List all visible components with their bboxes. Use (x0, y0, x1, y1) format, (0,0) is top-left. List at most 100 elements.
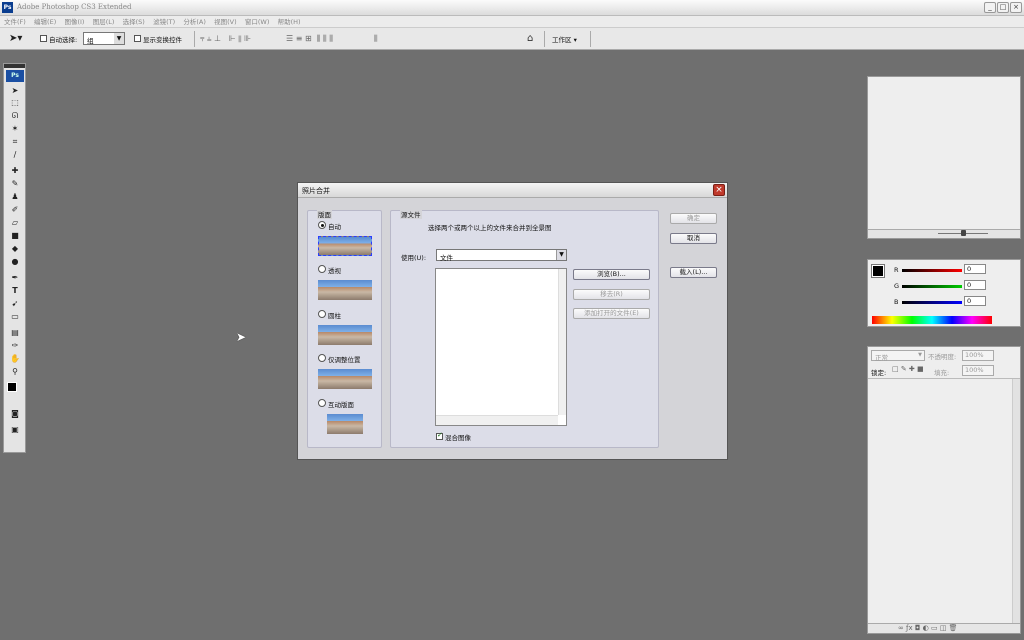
g-label: G (894, 282, 900, 290)
marquee-tool-icon[interactable]: ⬚ (8, 97, 22, 108)
add-open-files-button[interactable]: 添加打开的文件(E) (573, 308, 650, 319)
pen-tool-icon[interactable]: ✒ (8, 272, 22, 283)
divider (194, 31, 195, 47)
menu-file[interactable]: 文件(F) (4, 16, 26, 28)
shape-tool-icon[interactable]: ▭ (8, 311, 22, 322)
r-value-input[interactable]: 0 (964, 264, 986, 274)
menu-analysis[interactable]: 分析(A) (183, 16, 206, 28)
show-transform-checkbox[interactable] (134, 35, 141, 42)
notes-tool-icon[interactable]: ▤ (8, 327, 22, 338)
ok-button[interactable]: 确定 (670, 213, 717, 224)
radio-auto[interactable] (318, 221, 326, 229)
screen-mode-icon[interactable]: ▣ (8, 424, 22, 435)
layout-reposition-thumbnail (318, 369, 372, 389)
radio-interactive[interactable] (318, 399, 326, 407)
auto-select-dropdown[interactable]: 组 ▼ (83, 32, 125, 45)
blend-mode-dropdown[interactable]: 正常 ▼ (871, 350, 925, 362)
zoom-slider-thumb[interactable] (961, 230, 966, 236)
move-tool-preset-icon[interactable]: ➤▾ (9, 33, 22, 44)
menu-image[interactable]: 图像(I) (64, 16, 84, 28)
close-icon[interactable]: × (1010, 2, 1022, 13)
file-list[interactable] (435, 268, 567, 426)
b-slider[interactable] (902, 301, 962, 304)
healing-brush-icon[interactable]: ✚ (8, 165, 22, 176)
menu-view[interactable]: 视图(V) (214, 16, 237, 28)
navigator-zoom-bar (868, 229, 1020, 238)
align-icons[interactable]: ⫧ ⫨ ⊥ ⊩ ⫴ ⊪ (200, 34, 251, 44)
b-label: B (894, 298, 899, 306)
auto-select-checkbox[interactable] (40, 35, 47, 42)
quick-mask-icon[interactable]: ◙ (8, 408, 22, 419)
zoom-tool-icon[interactable]: ⚲ (8, 366, 22, 377)
radio-reposition-only[interactable] (318, 354, 326, 362)
layers-footer: ∞ ƒx ◘ ◐ ▭ ◫ 🗑 (868, 623, 1020, 633)
path-select-icon[interactable]: ➹ (8, 298, 22, 309)
opacity-input[interactable]: 100% (962, 350, 994, 361)
radio-perspective[interactable] (318, 265, 326, 273)
type-tool-icon[interactable]: T (8, 285, 22, 296)
source-group-title: 源文件 (400, 209, 422, 219)
window-title: Adobe Photoshop CS3 Extended (17, 3, 132, 11)
blur-tool-icon[interactable]: ◆ (8, 243, 22, 254)
color-panel: R 0 G 0 B 0 (867, 259, 1021, 327)
radio-reposition-only-label: 仅调整位置 (328, 356, 361, 364)
magic-wand-icon[interactable]: ✶ (8, 123, 22, 134)
g-value-input[interactable]: 0 (964, 280, 986, 290)
brush-tool-icon[interactable]: ✎ (8, 178, 22, 189)
instruction-text: 选择两个或两个以上的文件来合并到全景图 (428, 224, 552, 232)
b-value-input[interactable]: 0 (964, 296, 986, 306)
radio-auto-label: 自动 (328, 223, 341, 231)
crop-tool-icon[interactable]: ⌗ (8, 136, 22, 147)
file-list-vertical-scrollbar[interactable] (558, 269, 566, 415)
use-dropdown[interactable]: 文件 ▼ (436, 249, 567, 262)
use-dropdown-value: 文件 (440, 254, 453, 262)
maximize-icon[interactable]: □ (997, 2, 1009, 13)
blend-mode-value: 正常 (875, 354, 888, 362)
menu-layer[interactable]: 图层(L) (93, 16, 115, 28)
workspace-menu[interactable]: 工作区 ▾ (552, 34, 577, 44)
divider (544, 31, 545, 47)
toolbox-grip[interactable] (4, 64, 25, 68)
menu-select[interactable]: 选择(S) (123, 16, 145, 28)
dodge-tool-icon[interactable]: ● (8, 256, 22, 267)
history-brush-icon[interactable]: ✐ (8, 204, 22, 215)
move-tool-icon[interactable]: ➤ (8, 85, 22, 96)
eyedropper-icon[interactable]: ✑ (8, 340, 22, 351)
clone-stamp-icon[interactable]: ♟ (8, 191, 22, 202)
cancel-button[interactable]: 取消 (670, 233, 717, 244)
chevron-down-icon: ▼ (114, 33, 124, 44)
browse-button[interactable]: 浏览(B)... (573, 269, 650, 280)
slice-tool-icon[interactable]: ∕ (8, 149, 22, 160)
bridge-icon[interactable]: ⌂ (527, 33, 533, 44)
blend-images-checkbox[interactable] (436, 431, 443, 440)
remove-button[interactable]: 移去(R) (573, 289, 650, 300)
radio-cylindrical[interactable] (318, 310, 326, 318)
gradient-tool-icon[interactable]: ■ (8, 230, 22, 241)
close-icon[interactable]: × (713, 184, 725, 196)
fill-input[interactable]: 100% (962, 365, 994, 376)
menu-window[interactable]: 窗口(W) (245, 16, 270, 28)
g-slider[interactable] (902, 285, 962, 288)
foreground-color-swatch[interactable] (7, 382, 17, 392)
auto-align-icon[interactable]: ⫼ (374, 34, 378, 44)
menu-help[interactable]: 帮助(H) (278, 16, 301, 28)
distribute-icons[interactable]: ☰ ≡ ⊞ ⫼ ⫼ ⫼ (286, 34, 333, 44)
eraser-tool-icon[interactable]: ▱ (8, 217, 22, 228)
r-slider[interactable] (902, 269, 962, 272)
chevron-down-icon: ▼ (918, 352, 922, 358)
minimize-icon[interactable]: _ (984, 2, 996, 13)
color-ramp[interactable] (872, 316, 992, 324)
opacity-label: 不透明度: (928, 353, 957, 361)
foreground-color-swatch[interactable] (871, 264, 885, 278)
hand-tool-icon[interactable]: ✋ (8, 353, 22, 364)
layer-action-icons[interactable]: ∞ ƒx ◘ ◐ ▭ ◫ 🗑 (898, 624, 958, 632)
menu-edit[interactable]: 编辑(E) (34, 16, 56, 28)
file-list-horizontal-scrollbar[interactable] (436, 415, 558, 425)
layers-scrollbar[interactable] (1012, 379, 1020, 623)
mouse-cursor-icon: ➤ (236, 330, 247, 344)
layout-interactive-thumbnail (327, 414, 363, 434)
menu-filter[interactable]: 滤镜(T) (153, 16, 175, 28)
lasso-tool-icon[interactable]: ᘏ (8, 110, 22, 121)
load-button[interactable]: 载入(L)... (670, 267, 717, 278)
lock-icons[interactable]: □ ✎ ✚ ■ (892, 365, 924, 373)
